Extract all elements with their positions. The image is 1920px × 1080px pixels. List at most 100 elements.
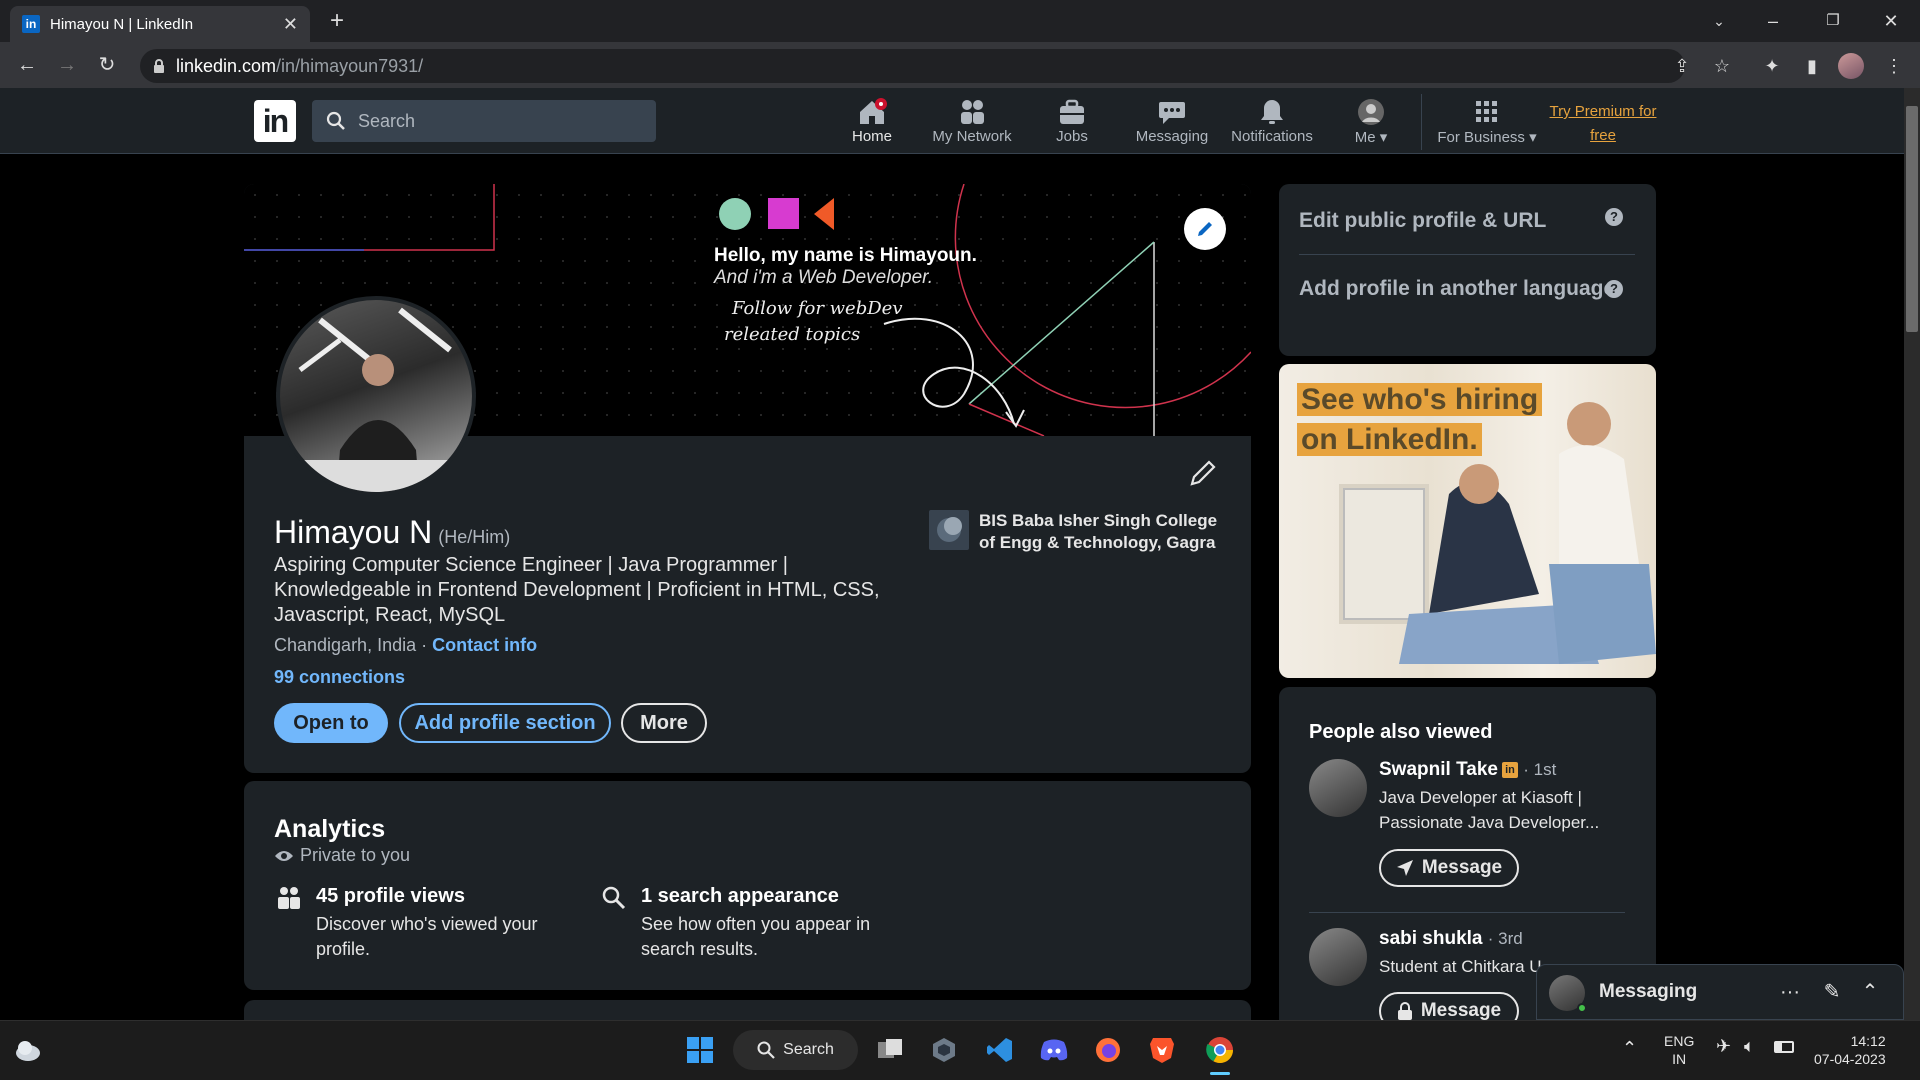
nav-home[interactable]: Home [824,94,920,150]
online-status-dot [1577,1003,1587,1013]
people-also-viewed-title: People also viewed [1309,721,1493,743]
search-appearance-item[interactable]: 1 search appearance See how often you app… [601,885,921,962]
grid-icon [1476,101,1497,122]
open-to-button[interactable]: Open to [274,703,388,743]
nav-me[interactable]: Me ▾ [1324,94,1418,150]
restore-button[interactable]: ❐ [1810,6,1856,36]
minimize-button[interactable]: – [1750,6,1796,36]
nav-divider [1421,94,1422,150]
briefcase-icon [1060,99,1084,124]
messaging-overlay[interactable]: Messaging ··· ✎ ⌃ [1536,964,1904,1020]
contact-info-link[interactable]: Contact info [432,635,537,655]
discord-icon[interactable] [1034,1030,1074,1070]
nav-my-network[interactable]: My Network [924,94,1020,150]
browser-menu-icon[interactable]: ⋮ [1880,52,1908,80]
chevron-down-icon: ▾ [1529,129,1537,146]
edit-banner-button[interactable] [1184,208,1226,250]
avatar [1358,99,1384,125]
task-view-icon[interactable] [870,1030,910,1070]
add-profile-section-button[interactable]: Add profile section [399,703,611,743]
send-icon [1396,860,1413,876]
person-headline: Java Developer at Kiasoft | Passionate Ja… [1379,788,1600,832]
try-premium-link[interactable]: Try Premium for free [1538,100,1668,148]
close-window-button[interactable]: ✕ [1868,6,1914,36]
avatar[interactable] [1309,759,1367,817]
tab-title: Himayou N | LinkedIn [50,15,194,33]
message-button[interactable]: Message [1379,849,1519,887]
edit-intro-button[interactable] [1188,458,1218,488]
school-name: BIS Baba Isher Singh College of Engg & T… [979,511,1218,552]
back-button[interactable]: ← [12,50,42,80]
add-language-profile-link[interactable]: Add profile in another language [1299,274,1629,304]
weather-icon[interactable] [8,1030,48,1070]
battery-icon[interactable] [1774,1041,1794,1053]
home-icon [860,98,887,124]
share-icon[interactable]: ⇪ [1668,52,1696,80]
language-indicator[interactable]: ENG IN [1664,1032,1694,1068]
extensions-icon[interactable]: ✦ [1758,52,1786,80]
profile-photo[interactable] [276,296,476,496]
nav-notifications[interactable]: Notifications [1224,94,1320,150]
close-tab-icon[interactable]: ✕ [283,14,298,35]
lock-icon [154,59,164,73]
volume-icon[interactable]: 🔈︎ [1744,1036,1755,1057]
linkedin-logo[interactable]: in [254,100,296,142]
side-panel-icon[interactable]: ▮ [1798,52,1826,80]
search-icon [326,111,345,130]
reload-button[interactable]: ↻ [92,50,122,80]
active-app-indicator [1210,1072,1230,1075]
more-button[interactable]: More [621,703,707,743]
profile-location: Chandigarh, India · Contact info [274,635,538,655]
chevron-up-icon[interactable]: ⌃ [1622,1038,1637,1059]
chat-icon [1159,102,1185,124]
search-placeholder: Search [358,110,416,131]
profile-views-item[interactable]: 45 profile views Discover who's viewed yo… [276,885,596,962]
pronouns: (He/Him) [438,527,511,547]
connections-link[interactable]: 99 connections [274,667,405,688]
bookmark-star-icon[interactable]: ☆ [1708,52,1736,80]
education-link[interactable]: BIS Baba Isher Singh College of Engg & T… [929,510,1229,554]
tab-search-icon[interactable]: ⌄ [1696,6,1742,36]
pencil-icon [1190,460,1216,486]
school-logo [929,510,969,550]
nav-for-business[interactable]: For Business ▾ [1432,94,1542,150]
nav-messaging[interactable]: Messaging [1124,94,1220,150]
hiring-ad-banner[interactable]: See who's hiring on LinkedIn. [1279,364,1656,678]
list-item[interactable]: Swapnil Take in · 1st Java Developer at K… [1309,759,1639,899]
scrollbar-thumb[interactable] [1906,106,1918,332]
chrome-icon[interactable] [1200,1030,1240,1070]
brave-icon[interactable] [1142,1030,1182,1070]
forward-button[interactable]: → [52,50,82,80]
nav-jobs[interactable]: Jobs [1024,94,1120,150]
taskbar-search[interactable]: Search [733,1030,858,1070]
vscode-icon[interactable] [980,1030,1020,1070]
help-icon[interactable]: ? [1605,208,1623,226]
start-button[interactable] [680,1030,720,1070]
eye-icon [275,850,293,861]
divider [1299,254,1635,255]
chevron-down-icon: ▾ [1379,129,1388,146]
system-clock[interactable]: 14:12 07-04-2023 [1814,1032,1886,1068]
airplane-mode-icon[interactable]: ✈ [1716,1036,1731,1057]
person-name[interactable]: Swapnil Take in · 1st [1379,759,1556,781]
search-input[interactable]: Search [312,100,656,142]
private-label: Private to you [274,845,410,866]
linkedin-favicon: in [22,15,40,33]
compose-icon[interactable]: ✎ [1819,979,1845,1005]
browser-profile-avatar[interactable] [1838,53,1864,79]
omnibox[interactable]: linkedin.com/in/himayoun7931/ [140,49,1685,83]
messaging-label: Messaging [1599,981,1698,1002]
chevron-up-icon[interactable]: ⌃ [1857,979,1883,1005]
app-icon[interactable] [924,1030,964,1070]
edit-public-profile-link[interactable]: Edit public profile & URL [1299,206,1629,236]
new-tab-button[interactable]: + [324,8,350,34]
more-options-icon[interactable]: ··· [1777,979,1803,1005]
profile-views-title: 45 profile views [316,885,465,907]
browser-tab[interactable]: in Himayou N | LinkedIn ✕ [10,6,310,42]
person-name[interactable]: sabi shukla · 3rd [1379,928,1523,950]
profile-views-desc: Discover who's viewed your profile. [316,914,538,959]
firefox-icon[interactable] [1088,1030,1128,1070]
search-icon [602,886,626,910]
help-icon[interactable]: ? [1605,280,1623,298]
avatar[interactable] [1309,928,1367,986]
